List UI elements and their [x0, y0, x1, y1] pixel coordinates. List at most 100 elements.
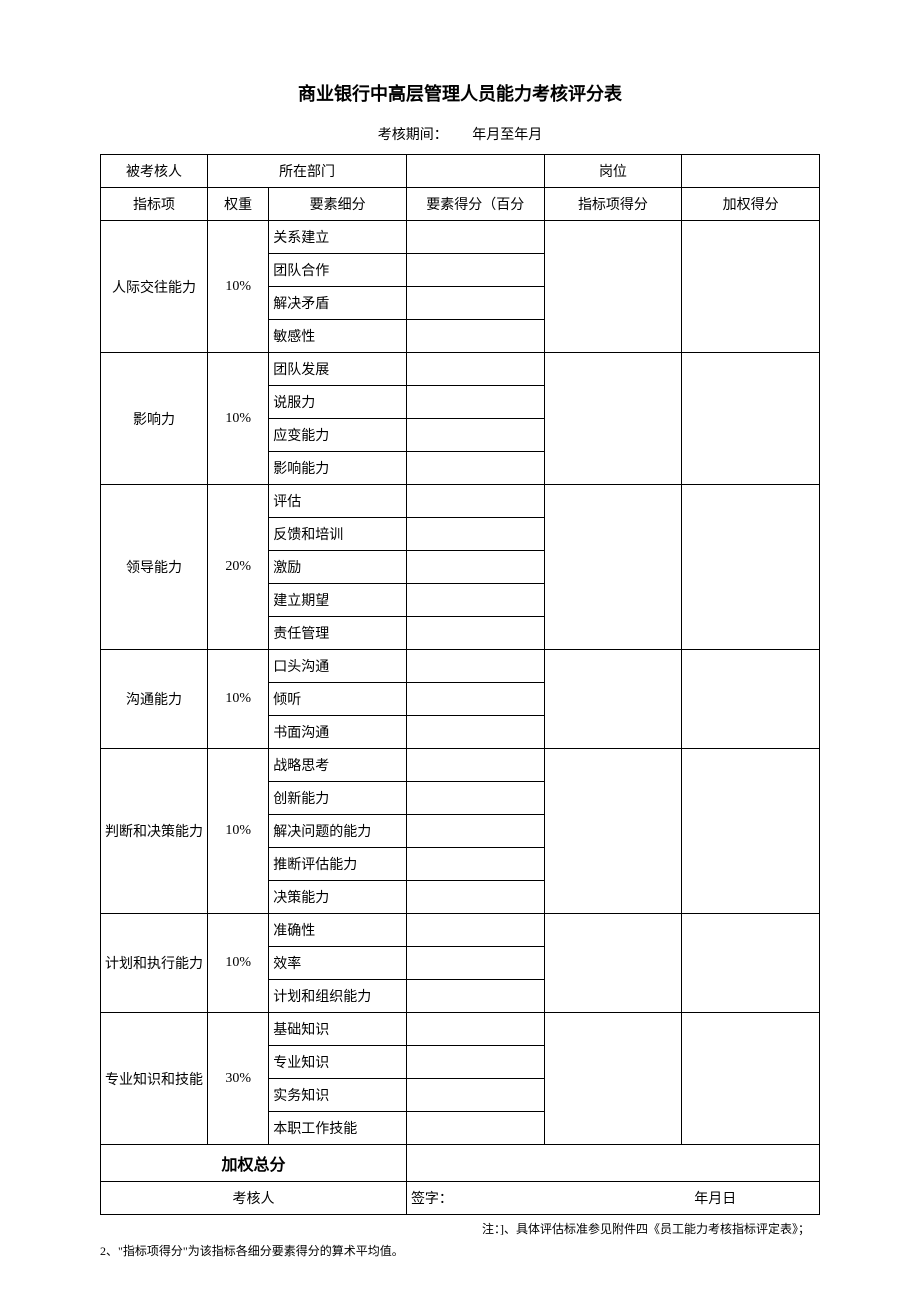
element-item: 倾听: [269, 683, 407, 716]
dept-label: 所在部门: [208, 155, 407, 188]
score-cell: [406, 1046, 544, 1079]
assessment-period: 考核期间： 年月至年月: [100, 124, 820, 144]
total-row: 加权总分: [101, 1145, 820, 1182]
table-row: 影响力 10% 团队发展: [101, 353, 820, 386]
indicator-name: 判断和决策能力: [101, 749, 208, 914]
element-item: 推断评估能力: [269, 848, 407, 881]
element-item: 激励: [269, 551, 407, 584]
indicator-name: 影响力: [101, 353, 208, 485]
score-cell: [544, 749, 682, 914]
element-item: 战略思考: [269, 749, 407, 782]
score-cell: [406, 749, 544, 782]
score-cell: [406, 1013, 544, 1046]
sign-label: 签字：: [411, 1192, 453, 1207]
score-cell: [406, 848, 544, 881]
assessor-label: 考核人: [101, 1182, 407, 1215]
post-value: [682, 155, 820, 188]
table-row: 领导能力 20% 评估: [101, 485, 820, 518]
period-value: 年月至年月: [472, 128, 542, 143]
score-cell: [682, 650, 820, 749]
element-item: 责任管理: [269, 617, 407, 650]
col-weighted-score: 加权得分: [682, 188, 820, 221]
element-item: 说服力: [269, 386, 407, 419]
notes: 注：]、具体评估标准参见附件四《员工能力考核指标评定表》； 2、"指标项得分"为…: [100, 1219, 820, 1262]
score-cell: [406, 584, 544, 617]
score-cell: [544, 650, 682, 749]
indicator-weight: 10%: [208, 749, 269, 914]
score-cell: [406, 716, 544, 749]
table-row: 专业知识和技能 30% 基础知识: [101, 1013, 820, 1046]
element-item: 实务知识: [269, 1079, 407, 1112]
score-cell: [406, 650, 544, 683]
table-row: 判断和决策能力 10% 战略思考: [101, 749, 820, 782]
col-weight: 权重: [208, 188, 269, 221]
element-item: 创新能力: [269, 782, 407, 815]
element-item: 基础知识: [269, 1013, 407, 1046]
element-item: 反馈和培训: [269, 518, 407, 551]
date-label: 年月日: [694, 1192, 736, 1207]
score-cell: [682, 749, 820, 914]
score-cell: [406, 353, 544, 386]
element-item: 书面沟通: [269, 716, 407, 749]
score-cell: [406, 518, 544, 551]
total-value: [406, 1145, 819, 1182]
element-item: 本职工作技能: [269, 1112, 407, 1145]
note-2: 2、"指标项得分"为该指标各细分要素得分的算术平均值。: [100, 1241, 820, 1263]
score-cell: [682, 914, 820, 1013]
score-cell: [406, 320, 544, 353]
col-indicator: 指标项: [101, 188, 208, 221]
element-item: 准确性: [269, 914, 407, 947]
score-cell: [544, 221, 682, 353]
indicator-name: 专业知识和技能: [101, 1013, 208, 1145]
score-cell: [406, 551, 544, 584]
score-cell: [406, 782, 544, 815]
score-cell: [406, 1079, 544, 1112]
indicator-name: 沟通能力: [101, 650, 208, 749]
score-cell: [406, 881, 544, 914]
header-row-2: 指标项 权重 要素细分 要素得分（百分 指标项得分 加权得分: [101, 188, 820, 221]
element-item: 团队发展: [269, 353, 407, 386]
score-cell: [406, 683, 544, 716]
score-cell: [406, 485, 544, 518]
header-row-1: 被考核人 所在部门 岗位: [101, 155, 820, 188]
element-item: 计划和组织能力: [269, 980, 407, 1013]
element-item: 口头沟通: [269, 650, 407, 683]
element-item: 决策能力: [269, 881, 407, 914]
indicator-name: 人际交往能力: [101, 221, 208, 353]
score-cell: [406, 287, 544, 320]
score-cell: [544, 353, 682, 485]
element-item: 团队合作: [269, 254, 407, 287]
score-cell: [406, 221, 544, 254]
col-element-score: 要素得分（百分: [406, 188, 544, 221]
score-cell: [682, 1013, 820, 1145]
score-cell: [406, 947, 544, 980]
element-item: 效率: [269, 947, 407, 980]
score-cell: [682, 353, 820, 485]
score-cell: [682, 485, 820, 650]
element-item: 影响能力: [269, 452, 407, 485]
indicator-weight: 10%: [208, 353, 269, 485]
period-label: 考核期间：: [378, 128, 448, 143]
score-cell: [406, 419, 544, 452]
post-label: 岗位: [544, 155, 682, 188]
assessor-row: 考核人 签字： 年月日: [101, 1182, 820, 1215]
element-item: 敏感性: [269, 320, 407, 353]
indicator-weight: 10%: [208, 914, 269, 1013]
score-cell: [544, 914, 682, 1013]
assessee-label: 被考核人: [101, 155, 208, 188]
indicator-name: 领导能力: [101, 485, 208, 650]
score-cell: [406, 386, 544, 419]
signature-cell: 签字： 年月日: [406, 1182, 819, 1215]
col-indicator-score: 指标项得分: [544, 188, 682, 221]
score-cell: [406, 254, 544, 287]
table-row: 人际交往能力 10% 关系建立: [101, 221, 820, 254]
score-cell: [682, 221, 820, 353]
indicator-weight: 10%: [208, 221, 269, 353]
total-label: 加权总分: [101, 1145, 407, 1182]
indicator-name: 计划和执行能力: [101, 914, 208, 1013]
element-item: 应变能力: [269, 419, 407, 452]
dept-value: [406, 155, 544, 188]
score-cell: [406, 452, 544, 485]
indicator-weight: 20%: [208, 485, 269, 650]
table-row: 沟通能力 10% 口头沟通: [101, 650, 820, 683]
